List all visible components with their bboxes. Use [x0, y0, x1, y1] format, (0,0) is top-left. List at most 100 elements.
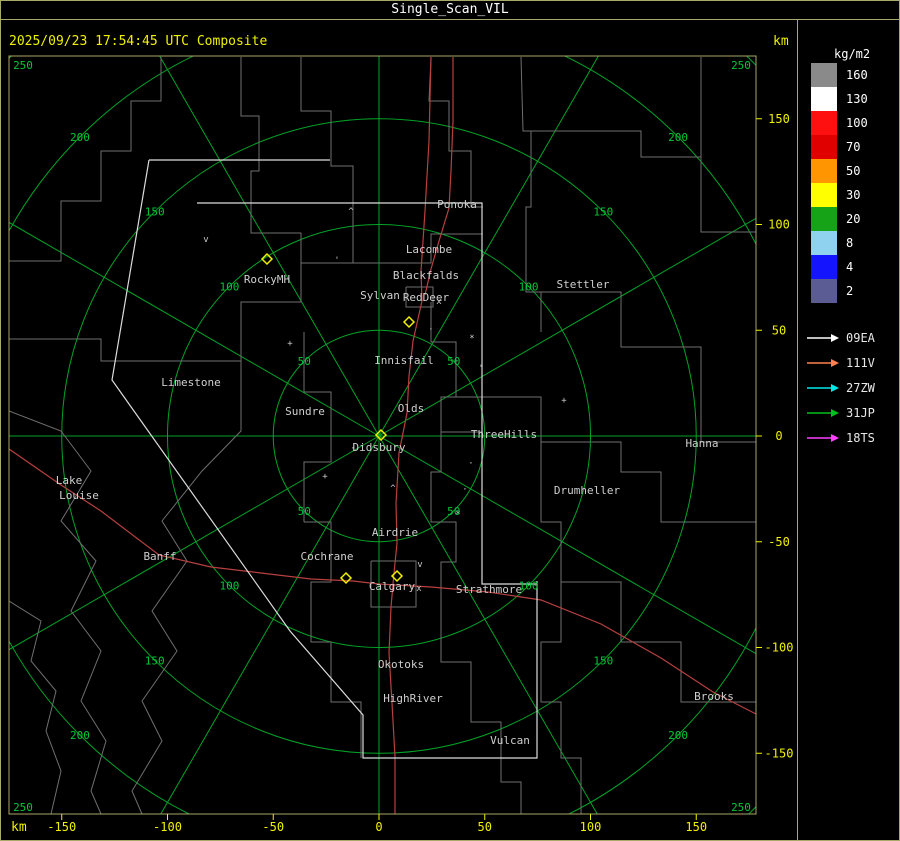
range-ring-label: 100: [220, 280, 240, 293]
map-canvas[interactable]: Ponoka Lacombe Blackfalds Sylvan RedDeer Rock…: [1, 1, 900, 841]
track-label: 18TS: [846, 430, 875, 445]
town-marker: v: [203, 235, 208, 245]
y-axis-label: 0: [775, 429, 782, 443]
track-row: 111V: [806, 350, 875, 375]
x-axis-label: 150: [685, 820, 707, 834]
x-axis-label: -150: [47, 820, 76, 834]
town-marker: ·: [468, 459, 473, 469]
y-axis-label: -150: [765, 746, 794, 760]
city-label: RedDeer: [403, 291, 450, 304]
colorbar-value: 2: [846, 284, 854, 298]
azimuth-spoke: [9, 221, 380, 437]
colorbar-value: 100: [846, 116, 868, 130]
city-label: Brooks: [694, 690, 734, 703]
x-axis-label: 100: [580, 820, 602, 834]
track-arrow-icon: [807, 433, 839, 442]
y-axis-label: 100: [768, 218, 790, 232]
range-ring-label: 150: [145, 654, 165, 667]
track-legend: 09EA 111V 27ZW 31JP 18TS: [806, 325, 875, 450]
colorbar-swatch: [811, 231, 837, 255]
city-label: Sundre: [285, 405, 325, 418]
city-label: Lake: [56, 474, 83, 487]
colorbar-row: 2: [811, 279, 868, 303]
colorbar-swatch: [811, 87, 837, 111]
range-ring-label: 50: [298, 505, 311, 518]
colorbar-swatch: [811, 63, 837, 87]
track-arrow-icon: [807, 333, 839, 342]
track-row: 27ZW: [806, 375, 875, 400]
colorbar-value: 130: [846, 92, 868, 106]
city-label: Sylvan: [360, 289, 400, 302]
y-axis-label: 150: [768, 112, 790, 126]
track-label: 09EA: [846, 330, 875, 345]
city-label: Didsbury: [353, 441, 406, 454]
track-arrow-icon: [807, 408, 839, 417]
highway-line: [9, 448, 380, 585]
town-marker: +: [561, 396, 567, 406]
town-marker: ·: [428, 325, 433, 335]
track-arrow-icon: [807, 383, 839, 392]
colorbar-row: 30: [811, 183, 868, 207]
storm-cell-icon: [339, 571, 353, 585]
azimuth-spoke: [378, 56, 599, 437]
range-ring-label: 200: [70, 131, 90, 144]
county-boundary: [9, 600, 62, 814]
legend-panel: kg/m2 160 130 100 70 50 30 20 8 4 2 09EA 111V 27ZW 3…: [798, 19, 899, 840]
county-boundary: [540, 582, 582, 814]
city-label: Okotoks: [378, 658, 424, 671]
range-ring-label: 250: [13, 59, 33, 72]
colorbar-value: 50: [846, 164, 861, 178]
azimuth-spoke: [378, 435, 756, 655]
range-ring-label: 250: [731, 801, 751, 814]
town-marker: ^: [348, 207, 354, 217]
town-marker: v: [417, 560, 422, 570]
city-label: Innisfail: [374, 354, 434, 367]
range-ring-label: 200: [668, 729, 688, 742]
city-label: ThreeHills: [471, 428, 537, 441]
city-label: HighRiver: [383, 692, 443, 705]
city-label: Vulcan: [490, 734, 530, 747]
range-ring-label: 200: [70, 729, 90, 742]
colorbar-row: 130: [811, 87, 868, 111]
title-bar[interactable]: Single_Scan_VIL: [1, 1, 899, 20]
county-boundary: [9, 57, 162, 262]
colorbar-row: 160: [811, 63, 868, 87]
x-axis-label: 0: [375, 820, 382, 834]
track-row: 31JP: [806, 400, 875, 425]
y-axis-label: 50: [772, 323, 786, 337]
city-label: Strathmore: [456, 583, 522, 596]
city-label: Stettler: [557, 278, 610, 291]
county-boundary: [300, 57, 354, 232]
town-marker: x: [416, 584, 422, 594]
timestamp: 2025/09/23 17:54:45 UTC Composite: [9, 34, 268, 49]
town-marker: *: [469, 334, 474, 344]
range-ring-label: 100: [519, 580, 539, 593]
colorbar-value: 20: [846, 212, 861, 226]
range-ring-label: 150: [145, 206, 165, 219]
radar-window: Single_Scan_VIL Ponoka Lacombe Blackfalds S…: [0, 0, 900, 841]
city-label: RockyMH: [244, 273, 290, 286]
track-row: 18TS: [806, 425, 875, 450]
city-label: Hanna: [685, 437, 718, 450]
county-boundary: [456, 396, 756, 523]
colorbar-swatch: [811, 159, 837, 183]
colorbar-row: 70: [811, 135, 868, 159]
range-ring-label: 200: [668, 131, 688, 144]
track-label: 31JP: [846, 405, 875, 420]
town-marker: +: [322, 472, 328, 482]
colorbar-value: 70: [846, 140, 861, 154]
range-ring-label: 250: [13, 801, 33, 814]
x-axis-label: 50: [478, 820, 492, 834]
track-arrow-icon: [807, 358, 839, 367]
colorbar-swatch: [811, 279, 837, 303]
storm-cell-icon: [402, 315, 416, 329]
y-axis-label: -50: [768, 535, 790, 549]
colorbar-swatch: [811, 135, 837, 159]
colorbar: 160 130 100 70 50 30 20 8 4 2: [811, 63, 868, 303]
town-marker: ·: [462, 485, 467, 495]
range-ring-label: 100: [220, 580, 240, 593]
county-boundary: [526, 291, 756, 443]
colorbar-swatch: [811, 183, 837, 207]
colorbar-row: 4: [811, 255, 868, 279]
city-label: Banff: [143, 550, 176, 563]
